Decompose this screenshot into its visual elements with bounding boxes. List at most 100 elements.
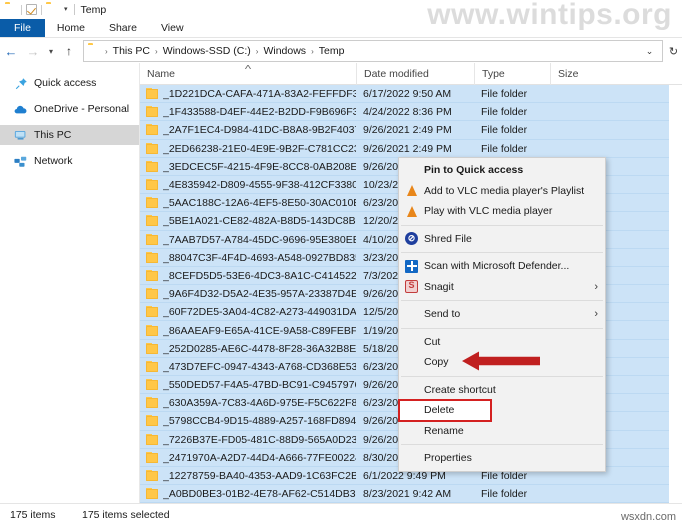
menu-item-cut[interactable]: Cut — [399, 332, 605, 353]
file-name-cell: _12278759-BA40-4353-AAD9-1C63FC2B9F27 — [140, 470, 356, 482]
sidebar-item-this-pc[interactable]: This PC — [0, 125, 139, 145]
table-row[interactable]: _2A7F1EC4-D984-41DC-B8A8-9B2F4037C2C6 9/2… — [140, 121, 682, 140]
folder-icon — [146, 215, 158, 227]
file-type-cell: File folder — [481, 142, 528, 155]
file-name-cell: _5798CCB4-9D15-4889-A257-168FD894C131 — [140, 415, 356, 427]
qat-new-folder-icon[interactable] — [46, 4, 58, 16]
ribbon-tab-file[interactable]: File — [0, 19, 45, 37]
file-name-cell: _4E835942-D809-4555-9F38-412CF3380930 — [140, 179, 356, 191]
table-row[interactable]: _1D221DCA-CAFA-471A-83A2-FEFFDF32162A 6/1… — [140, 85, 682, 104]
file-type-cell: File folder — [481, 488, 528, 501]
context-menu[interactable]: Pin to Quick access Add to VLC media play… — [398, 157, 606, 472]
file-name-label: _60F72DE5-3A04-4C82-A273-449031DA8467 — [163, 306, 356, 319]
file-name-label: _2A7F1EC4-D984-41DC-B8A8-9B2F4037C2C6 — [163, 124, 356, 137]
menu-item-scan-with-microsoft-defender[interactable]: Scan with Microsoft Defender... — [399, 256, 605, 277]
menu-item-label: Scan with Microsoft Defender... — [424, 260, 570, 273]
menu-separator — [401, 375, 603, 377]
folder-icon — [146, 415, 158, 427]
vlc-cone-icon — [403, 203, 420, 219]
file-type-cell: File folder — [481, 106, 528, 119]
file-name-cell: _252D0285-AE6C-4478-8F28-36A32B8E9490 — [140, 342, 356, 355]
menu-item-pin-to-quick-access[interactable]: Pin to Quick access — [399, 160, 605, 181]
menu-item-copy[interactable]: Copy — [399, 352, 605, 373]
file-type-cell: File folder — [481, 88, 528, 101]
file-name-label: _2ED66238-21E0-4E9E-9B2F-C781CC23604D — [163, 142, 356, 155]
table-row[interactable]: _2ED66238-21E0-4E9E-9B2F-C781CC23604D 9/2… — [140, 139, 682, 158]
file-name-label: _5798CCB4-9D15-4889-A257-168FD894C131 — [163, 415, 356, 428]
folder-icon — [146, 251, 158, 263]
menu-item-label: Properties — [424, 452, 472, 465]
pin-icon — [14, 76, 28, 90]
menu-icon-placeholder — [403, 423, 420, 439]
breadcrumb-item-windows-ssd[interactable]: Windows-SSD (C:) — [159, 44, 255, 58]
file-name-cell: _A0BD0BE3-01B2-4E78-AF62-C514DB3973BD — [140, 488, 356, 500]
folder-icon — [146, 88, 158, 100]
menu-item-rename[interactable]: Rename — [399, 421, 605, 442]
menu-item-play-with-vlc-media-player[interactable]: Play with VLC media player — [399, 201, 605, 222]
folder-icon — [146, 233, 158, 245]
menu-item-snagit[interactable]: Snagit › — [399, 277, 605, 298]
column-header-type[interactable]: Type — [474, 62, 550, 85]
column-header-date-modified[interactable]: Date modified — [356, 62, 474, 85]
table-row[interactable]: _1F433588-D4EF-44E2-B2DD-F9B696F3D63B 4/2… — [140, 103, 682, 122]
folder-icon — [146, 288, 158, 300]
breadcrumb-item-this-pc[interactable]: This PC — [109, 44, 154, 58]
file-date-cell: 4/24/2022 8:36 PM — [363, 106, 452, 119]
address-field[interactable]: › This PC › Windows-SSD (C:) › Windows ›… — [83, 40, 663, 62]
folder-icon — [146, 397, 158, 409]
file-name-cell: _8CEFD5D5-53E6-4DC3-8A1C-C41452237973 — [140, 269, 356, 282]
menu-item-send-to[interactable]: Send to › — [399, 304, 605, 325]
ribbon-tab-home[interactable]: Home — [45, 19, 97, 37]
qat-folder-icon[interactable] — [5, 4, 17, 16]
menu-item-shred-file[interactable]: ⊘ Shred File — [399, 229, 605, 250]
file-date-cell: 6/1/2022 9:49 PM — [363, 470, 446, 483]
menu-item-properties[interactable]: Properties — [399, 448, 605, 469]
file-name-cell: _9A6F4D32-D5A2-4E35-957A-23387D4EF0D9 — [140, 288, 356, 300]
menu-icon-placeholder — [403, 334, 420, 350]
back-arrow-icon[interactable]: ← — [0, 40, 22, 62]
recent-locations-chevron-down-icon[interactable]: ▾ — [44, 40, 58, 62]
file-name-label: _3EDCEC5F-4215-4F9E-8CC8-0AB208E154E8 — [163, 160, 356, 173]
file-name-cell: _5AAC188C-12A6-4EF5-8E50-30AC010BCA14 — [140, 197, 356, 209]
folder-icon — [146, 306, 158, 318]
breadcrumb-item-temp[interactable]: Temp — [315, 44, 349, 58]
submenu-chevron-right-icon: › — [594, 308, 598, 321]
menu-icon-placeholder — [403, 354, 420, 370]
breadcrumb-item-windows[interactable]: Windows — [259, 44, 310, 58]
ribbon-tab-share[interactable]: Share — [97, 19, 149, 37]
ribbon-tab-bar: File Home Share View — [0, 19, 682, 38]
column-header-name[interactable]: Name ˄ — [140, 63, 356, 85]
vertical-scrollbar[interactable] — [669, 85, 682, 503]
column-header-size[interactable]: Size — [550, 62, 620, 85]
microsoft-defender-icon — [403, 258, 420, 274]
sidebar-item-network[interactable]: Network — [0, 151, 139, 171]
menu-item-delete[interactable]: Delete — [398, 399, 492, 422]
refresh-icon[interactable]: ↻ — [665, 41, 682, 61]
scrollbar-thumb[interactable] — [671, 87, 680, 467]
up-arrow-icon[interactable]: ↑ — [58, 40, 80, 62]
folder-icon — [146, 470, 158, 482]
table-row[interactable]: _A0BD0BE3-01B2-4E78-AF62-C514DB3973BD 8/2… — [140, 485, 682, 503]
sort-ascending-icon: ˄ — [244, 62, 252, 72]
forward-arrow-icon[interactable]: → — [22, 40, 44, 62]
file-date-cell: 8/23/2021 9:42 AM — [363, 488, 452, 501]
sidebar-item-onedrive[interactable]: OneDrive - Personal — [0, 99, 139, 119]
menu-item-add-to-vlc-media-player-s-playlist[interactable]: Add to VLC media player's Playlist — [399, 181, 605, 202]
breadcrumb: › This PC › Windows-SSD (C:) › Windows ›… — [104, 44, 641, 58]
sidebar-item-quick-access[interactable]: Quick access — [0, 73, 139, 93]
qat-customize-chevron-down-icon[interactable]: ▾ — [64, 6, 68, 13]
file-name-cell: _88047C3F-4F4D-4693-A548-0927BD8350CA — [140, 251, 356, 264]
column-header-row: Name ˄ Date modified Type Size — [140, 62, 682, 85]
menu-icon-placeholder — [403, 306, 420, 322]
file-name-cell: _7226B37E-FD05-481C-88D9-565A0D23827B — [140, 433, 356, 446]
ribbon-tab-view[interactable]: View — [149, 19, 196, 37]
menu-item-label: Rename — [424, 424, 464, 437]
menu-separator — [401, 252, 603, 253]
folder-icon — [146, 324, 158, 336]
address-dropdown-chevron-down-icon[interactable]: ⌄ — [641, 41, 658, 61]
toolbar-divider — [21, 4, 22, 15]
menu-item-create-shortcut[interactable]: Create shortcut — [399, 380, 605, 401]
file-name-label: _5BE1A021-CE82-482A-B8D5-143DC8BE02DD — [163, 215, 356, 228]
qat-properties-checkbox-icon[interactable] — [26, 4, 37, 15]
menu-item-label: Add to VLC media player's Playlist — [424, 184, 585, 197]
